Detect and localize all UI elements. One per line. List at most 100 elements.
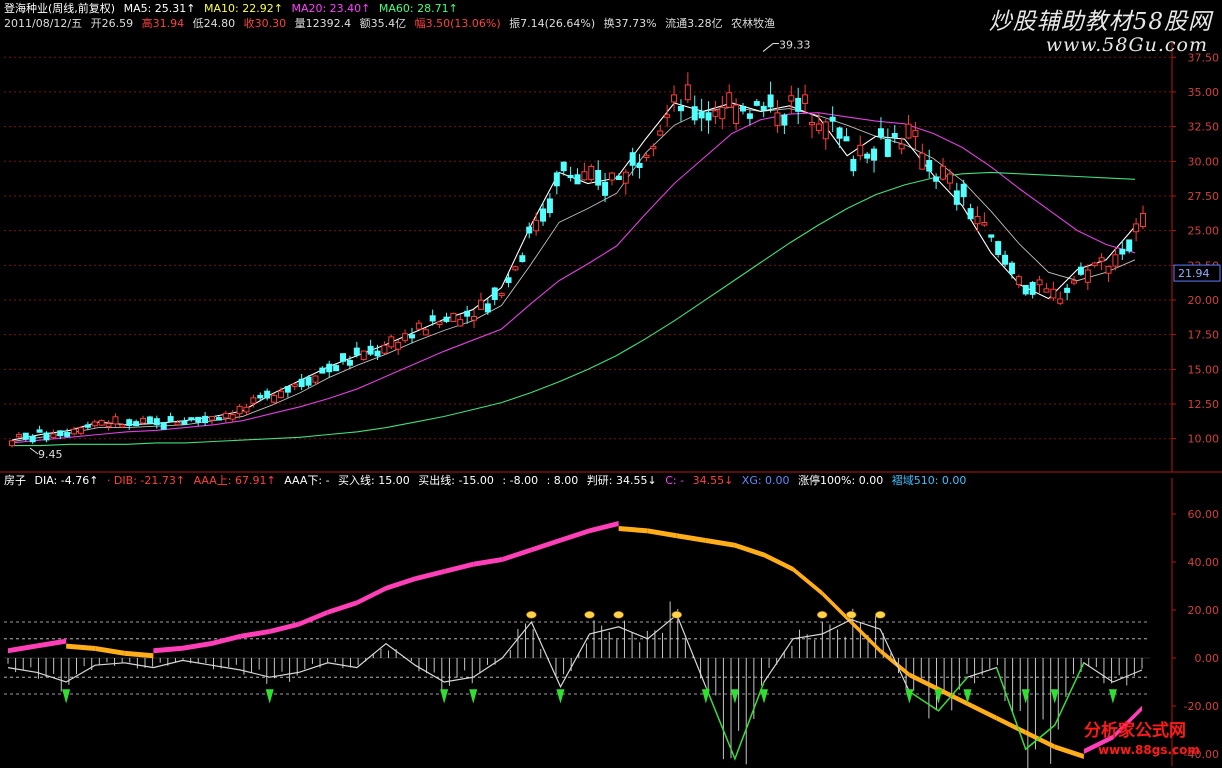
- sell-marker: [526, 610, 537, 619]
- dib-band-falling: [764, 552, 794, 572]
- dib-band-rising: [327, 600, 357, 615]
- candle-down: [43, 432, 50, 441]
- candle-up: [533, 219, 540, 232]
- dib-band-rising: [473, 557, 503, 567]
- candle-down: [850, 159, 857, 172]
- candle-up: [388, 336, 395, 348]
- candle-up: [733, 104, 740, 125]
- quote-low: 低24.80: [192, 17, 236, 30]
- candle-down: [491, 287, 498, 300]
- candle-up: [243, 406, 250, 413]
- candle-down: [995, 241, 1002, 255]
- dib-band-falling: [705, 538, 735, 548]
- candle-down: [877, 128, 884, 138]
- quote-close: 收30.30: [243, 17, 287, 30]
- candle-up: [905, 123, 912, 139]
- dib-band-rising: [240, 629, 270, 639]
- quote-sector: 农林牧渔: [731, 17, 776, 30]
- watermark-top-url: www.58Gu.com: [1045, 34, 1208, 56]
- candle-down: [215, 417, 222, 421]
- price-tick-label: 35.00: [1188, 86, 1220, 99]
- candle-down: [29, 435, 36, 443]
- indicator-tick-label: 0.00: [1195, 652, 1220, 665]
- indicator-tick-label: -20.00: [1184, 700, 1219, 713]
- quote-date: 2011/08/12/五: [4, 17, 83, 30]
- price-grid: [0, 56, 1222, 473]
- indicator-header: 房子 DIA: -4.76↑ · DIB: -21.73↑ AAA上: 67.9…: [4, 474, 971, 488]
- dib-band-falling: [647, 528, 677, 539]
- candle-up: [9, 440, 15, 447]
- dib-band-rising: [182, 641, 212, 651]
- dib-band-rising: [415, 569, 445, 582]
- quote-change: 幅3.50(13.06%): [414, 17, 501, 30]
- candle-up: [91, 421, 98, 427]
- watermark-bottom-url: www.88gs.com: [1098, 743, 1200, 757]
- candle-up: [912, 129, 919, 138]
- candle-down: [615, 175, 622, 181]
- candle-up: [174, 421, 181, 426]
- candle-down: [505, 277, 512, 284]
- candlestick-series: [9, 72, 1146, 448]
- dib-band-falling: [618, 526, 648, 534]
- dib-band-falling: [938, 686, 968, 707]
- candle-up: [857, 144, 864, 157]
- candle-down: [160, 422, 167, 430]
- candle-down: [22, 432, 29, 440]
- quote-volume: 量12392.4: [294, 17, 352, 30]
- candle-down: [760, 105, 767, 111]
- candle-down: [57, 430, 64, 437]
- candle-down: [740, 105, 747, 112]
- candle-up: [946, 173, 953, 184]
- candle-up: [815, 123, 822, 131]
- candle-up: [50, 433, 57, 438]
- quote-header: 2011/08/12/五 开26.59 高31.94 低24.80 收30.30…: [4, 17, 780, 31]
- sell-marker: [671, 610, 683, 619]
- candle-up: [808, 121, 815, 126]
- candle-up: [312, 375, 319, 383]
- candle-up: [1105, 265, 1112, 274]
- dia-readout: DIA: -4.76↑: [34, 474, 99, 487]
- price-tick-label: 12.50: [1188, 398, 1220, 411]
- candle-up: [222, 412, 229, 419]
- candle-up: [588, 165, 595, 181]
- dib-band-falling: [95, 646, 125, 656]
- price-annotations: 39.33 9.45: [29, 39, 811, 461]
- candle-up: [1133, 223, 1140, 233]
- candle-up: [581, 171, 588, 181]
- candle-down: [781, 114, 788, 126]
- dib-band-falling: [734, 542, 764, 558]
- buy-arrow: [265, 689, 274, 704]
- candle-up: [471, 316, 478, 321]
- candle-up: [477, 299, 484, 310]
- quote-high: 高31.94: [141, 17, 185, 30]
- candle-up: [250, 397, 257, 404]
- candle-down: [257, 394, 264, 399]
- buy-arrow: [1108, 689, 1117, 704]
- candle-up: [98, 420, 105, 426]
- candle-up: [774, 112, 781, 126]
- buy-arrow: [62, 689, 71, 704]
- ma20-line: [11, 112, 1136, 444]
- candle-down: [367, 345, 374, 355]
- candle-down: [319, 367, 326, 374]
- candle-up: [140, 417, 147, 424]
- dib-band-rising: [356, 585, 386, 606]
- high-label: 39.33: [779, 39, 811, 52]
- aaa-down-readout: AAA下: -: [284, 474, 330, 487]
- quote-float: 流通3.28亿: [665, 17, 723, 30]
- buy-line-readout: 买入线: 15.00: [338, 474, 410, 487]
- candle-up: [919, 152, 926, 170]
- candle-down: [767, 94, 774, 108]
- candle-down: [284, 386, 291, 393]
- c3-readout: C: -: [665, 474, 685, 487]
- candle-down: [843, 136, 850, 142]
- candle-down: [746, 113, 753, 119]
- indicator-name: 房子: [4, 474, 26, 487]
- buy-arrow: [1021, 689, 1030, 704]
- candle-down: [181, 420, 188, 425]
- candle-down: [353, 347, 360, 356]
- dib-band-rising: [560, 528, 590, 543]
- candle-down: [133, 421, 140, 427]
- buy-arrow: [905, 689, 914, 704]
- dib-band-rising: [502, 547, 532, 562]
